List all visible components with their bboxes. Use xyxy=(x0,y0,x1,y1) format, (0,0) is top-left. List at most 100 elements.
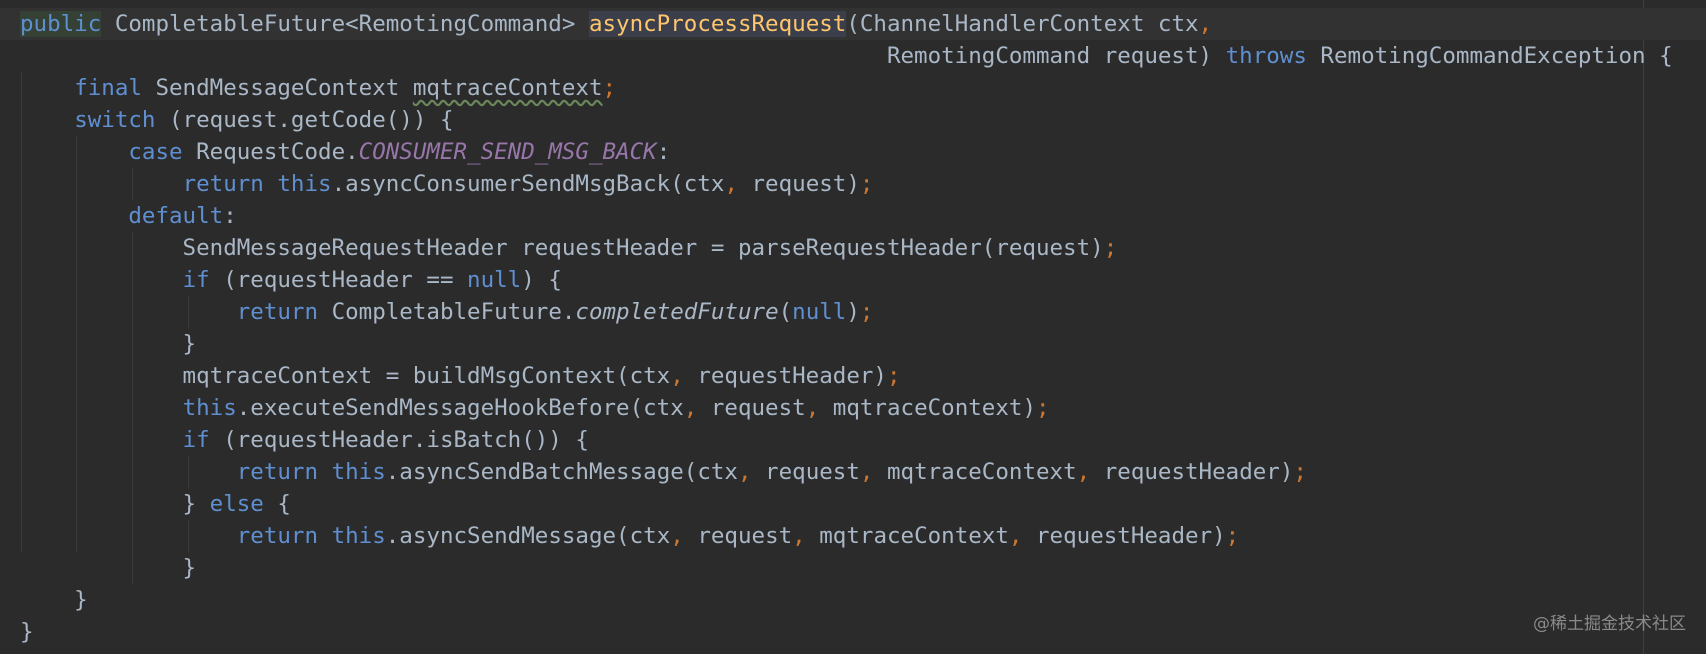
code-line[interactable]: return this.asyncSendBatchMessage(ctx, r… xyxy=(20,456,1706,488)
code-token: , xyxy=(1008,523,1023,549)
code-line[interactable]: case RequestCode.CONSUMER_SEND_MSG_BACK: xyxy=(20,136,1706,168)
code-line[interactable]: } xyxy=(20,584,1706,616)
code-line[interactable]: this.executeSendMessageHookBefore(ctx, r… xyxy=(20,392,1706,424)
code-token: , xyxy=(859,459,874,485)
code-token: ; xyxy=(1036,395,1050,421)
code-token: .asyncConsumerSendMsgBack(ctx xyxy=(331,171,725,197)
code-token: request xyxy=(683,523,793,549)
code-token: ) xyxy=(846,299,860,325)
code-token: , xyxy=(792,523,806,549)
code-line[interactable]: if (requestHeader.isBatch()) { xyxy=(20,424,1706,456)
code-line[interactable]: return this.asyncConsumerSendMsgBack(ctx… xyxy=(20,168,1706,200)
code-line[interactable]: public CompletableFuture<RemotingCommand… xyxy=(0,8,1706,40)
code-token: RemotingCommand request) xyxy=(20,43,1226,69)
code-token: (requestHeader.isBatch()) { xyxy=(209,427,589,453)
code-token: { xyxy=(263,491,291,517)
code-token: null xyxy=(792,299,847,325)
watermark: @稀土掘金技术社区 xyxy=(1533,614,1686,634)
code-token: } xyxy=(20,587,88,613)
code-token: return xyxy=(236,459,319,485)
code-token: request xyxy=(697,395,806,421)
code-line[interactable]: mqtraceContext = buildMsgContext(ctx, re… xyxy=(20,360,1706,392)
code-token: mqtraceContext xyxy=(873,459,1077,485)
code-line[interactable]: switch (request.getCode()) { xyxy=(20,104,1706,136)
code-token: , xyxy=(670,523,684,549)
code-line[interactable]: } else { xyxy=(20,488,1706,520)
code-token: } xyxy=(20,331,197,357)
code-line[interactable]: } xyxy=(20,328,1706,360)
code-token: return xyxy=(236,523,319,549)
code-token: this xyxy=(277,171,332,197)
code-line[interactable]: return this.asyncSendMessage(ctx, reques… xyxy=(20,520,1706,552)
code-token: mqtraceContext = buildMsgContext(ctx xyxy=(20,363,671,389)
code-token: requestHeader) xyxy=(1090,459,1294,485)
code-token: .asyncSendBatchMessage(ctx xyxy=(385,459,738,485)
code-token: request) xyxy=(737,171,860,197)
code-token: ( xyxy=(778,299,793,325)
code-token: mqtraceContext) xyxy=(819,395,1036,421)
code-token: RemotingCommandException { xyxy=(1306,43,1673,69)
code-line[interactable]: SendMessageRequestHeader requestHeader =… xyxy=(20,232,1706,264)
code-token: .asyncSendMessage(ctx xyxy=(385,523,671,549)
code-token: } xyxy=(20,619,34,645)
code-token: ; xyxy=(1293,459,1307,485)
code-token: mqtraceContext xyxy=(805,523,1009,549)
code-token: .executeSendMessageHookBefore(ctx xyxy=(236,395,684,421)
code-token: if xyxy=(182,267,210,293)
code-token: , xyxy=(683,395,698,421)
code-block[interactable]: public CompletableFuture<RemotingCommand… xyxy=(0,8,1706,648)
code-token: , xyxy=(670,363,684,389)
code-line[interactable]: RemotingCommand request) throws Remoting… xyxy=(20,40,1706,72)
code-token: ; xyxy=(1103,235,1118,261)
code-token: requestHeader) xyxy=(1022,523,1226,549)
code-token: : xyxy=(656,139,671,165)
code-token: return xyxy=(236,299,319,325)
code-line[interactable]: return CompletableFuture.completedFuture… xyxy=(20,296,1706,328)
code-token: } xyxy=(20,491,210,517)
code-token: CONSUMER_SEND_MSG_BACK xyxy=(358,139,657,165)
code-line[interactable]: default: xyxy=(20,200,1706,232)
code-token: ) { xyxy=(521,267,562,293)
code-token: ; xyxy=(602,75,617,101)
code-token: ; xyxy=(859,171,874,197)
code-token: asyncProcessRequest xyxy=(588,11,847,37)
code-token: request xyxy=(751,459,860,485)
code-token: requestHeader) xyxy=(683,363,887,389)
code-token: , xyxy=(737,459,752,485)
code-token: switch xyxy=(74,107,156,133)
code-editor[interactable]: public CompletableFuture<RemotingCommand… xyxy=(0,0,1706,654)
code-line[interactable]: final SendMessageContext mqtraceContext; xyxy=(20,72,1706,104)
code-token: mqtraceContext xyxy=(412,75,603,101)
code-token: throws xyxy=(1225,43,1307,69)
code-token: , xyxy=(1076,459,1091,485)
code-line[interactable]: if (requestHeader == null) { xyxy=(20,264,1706,296)
code-token: SendMessageContext xyxy=(141,75,413,101)
code-line[interactable]: } xyxy=(20,616,1706,648)
code-line[interactable]: } xyxy=(20,552,1706,584)
code-token: if xyxy=(182,427,210,453)
code-token: , xyxy=(805,395,820,421)
code-token: final xyxy=(74,75,142,101)
code-token: else xyxy=(209,491,264,517)
code-token: , xyxy=(724,171,738,197)
code-token: public xyxy=(20,11,102,37)
code-token: : xyxy=(223,203,237,229)
code-token: (requestHeader == xyxy=(209,267,468,293)
code-token: CompletableFuture. xyxy=(318,299,576,325)
code-token: completedFuture xyxy=(575,299,779,325)
code-token: (request.getCode()) { xyxy=(155,107,454,133)
code-token: null xyxy=(467,267,522,293)
code-token: this xyxy=(331,459,386,485)
